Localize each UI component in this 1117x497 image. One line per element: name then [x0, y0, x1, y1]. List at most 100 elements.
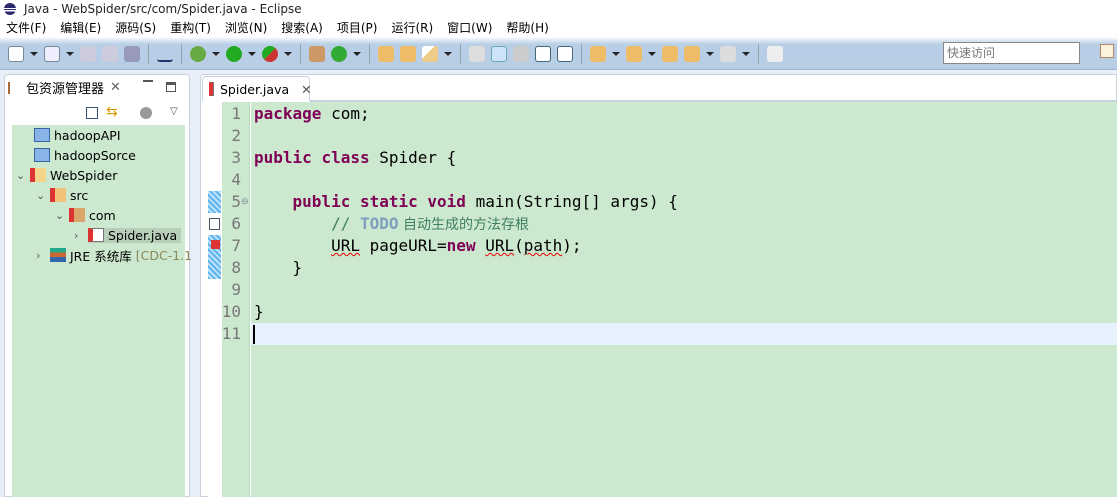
minimize-icon[interactable] [143, 80, 153, 82]
close-icon[interactable]: ✕ [110, 80, 121, 95]
toggle-breadcrumb-icon[interactable] [469, 45, 485, 62]
show-source-icon[interactable] [535, 45, 551, 62]
print-icon[interactable] [124, 45, 140, 62]
new-icon[interactable] [8, 45, 24, 62]
run-dropdown-icon[interactable] [248, 51, 256, 56]
next-annotation-icon[interactable] [590, 45, 606, 62]
error-quickfix-icon[interactable] [211, 240, 220, 249]
toggle-block-selection-icon[interactable] [513, 45, 529, 62]
keyword: new [446, 236, 476, 255]
collapse-all-icon[interactable] [86, 107, 98, 119]
menu-navigate[interactable]: 浏览(N) [225, 19, 267, 36]
pin-editor-icon[interactable] [767, 45, 783, 62]
forward-dropdown-icon[interactable] [742, 51, 750, 56]
code-editor[interactable]: package com; public class Spider { publi… [251, 102, 1117, 497]
search-icon[interactable] [422, 45, 438, 62]
eclipse-logo-icon [4, 3, 16, 15]
menu-run[interactable]: 运行(R) [391, 19, 433, 36]
window-title: Java - WebSpider/src/com/Spider.java - E… [24, 2, 302, 16]
next-annotation-dropdown-icon[interactable] [612, 51, 620, 56]
quick-diff-marker [208, 191, 221, 213]
menu-refactor[interactable]: 重构(T) [170, 19, 211, 36]
tree-item-hadoopsorce[interactable]: hadoopSorce [34, 145, 136, 165]
menu-edit[interactable]: 编辑(E) [60, 19, 101, 36]
save-icon[interactable] [80, 45, 96, 62]
package-explorer-title: 包资源管理器 [26, 82, 105, 97]
toolbar-separator [181, 43, 182, 64]
new-dropdown-icon[interactable] [30, 51, 38, 56]
debug-dropdown-icon[interactable] [212, 51, 220, 56]
open-type-icon[interactable] [378, 45, 394, 62]
mark-occurrences-icon[interactable] [491, 45, 507, 62]
code-line-3: public class Spider { [254, 147, 456, 169]
tree-item-com[interactable]: ⌄ com [55, 205, 116, 225]
quick-access-input[interactable] [943, 42, 1080, 64]
task-icon[interactable] [209, 218, 220, 230]
tree-item-spider-java[interactable]: › Spider.java [74, 225, 182, 245]
tree-item-hadoopapi[interactable]: hadoopAPI [34, 125, 121, 145]
new-file-icon[interactable] [44, 45, 60, 62]
package-explorer-tab[interactable]: 包资源管理器 ✕ [8, 78, 121, 97]
keyword: package [254, 104, 322, 123]
skip-breakpoints-icon[interactable] [157, 46, 173, 62]
toolbar-separator [300, 43, 301, 64]
new-class-icon[interactable] [331, 45, 347, 62]
debug-icon[interactable] [190, 45, 206, 62]
menu-help[interactable]: 帮助(H) [506, 19, 548, 36]
new-file-dropdown-icon[interactable] [66, 51, 74, 56]
previous-annotation-icon[interactable] [626, 45, 642, 62]
menu-search[interactable]: 搜索(A) [281, 19, 323, 36]
tree-item-label: hadoopSorce [54, 147, 136, 163]
editor-tab-spider-java[interactable]: Spider.java ✕ [202, 76, 312, 101]
open-task-icon[interactable] [400, 45, 416, 62]
tree-item-src[interactable]: ⌄ src [36, 185, 88, 205]
open-perspective-icon[interactable] [1100, 44, 1114, 58]
code-text: pageURL= [359, 236, 447, 255]
menu-window[interactable]: 窗口(W) [447, 19, 492, 36]
package-error-icon [69, 208, 85, 222]
line-number: 10 [221, 302, 241, 321]
tree-item-webspider[interactable]: ⌄ WebSpider [16, 165, 117, 185]
tree-item-label: Spider.java [108, 227, 178, 243]
error-token: URL [331, 236, 360, 255]
line-number: 1 [231, 104, 241, 123]
project-icon [34, 148, 50, 162]
save-all-icon[interactable] [102, 45, 118, 62]
search-dropdown-icon[interactable] [444, 51, 452, 56]
external-tools-dropdown-icon[interactable] [284, 51, 292, 56]
link-with-editor-icon[interactable]: ⇆ [106, 104, 118, 120]
line-number: 9 [231, 280, 241, 299]
run-icon[interactable] [226, 45, 242, 62]
chevron-right-icon[interactable]: › [74, 229, 84, 242]
new-package-icon[interactable] [309, 45, 325, 62]
close-tab-icon[interactable]: ✕ [301, 82, 311, 97]
project-icon [34, 128, 50, 142]
line-number: 7 [231, 236, 241, 255]
menu-bar: 文件(F) 编辑(E) 源码(S) 重构(T) 浏览(N) 搜索(A) 项目(P… [0, 18, 563, 36]
current-line-highlight [251, 323, 1117, 345]
view-menu-icon[interactable]: ▽ [170, 106, 178, 117]
line-number: 2 [231, 126, 241, 145]
back-dropdown-icon[interactable] [706, 51, 714, 56]
comment: // [331, 214, 360, 233]
chevron-right-icon[interactable]: › [36, 249, 46, 262]
chevron-down-icon[interactable]: ⌄ [55, 209, 65, 222]
previous-annotation-dropdown-icon[interactable] [648, 51, 656, 56]
tree-item-jre-library[interactable]: › JRE 系统库 [CDC-1.1 [36, 245, 192, 265]
maximize-icon[interactable] [166, 82, 176, 92]
line-number: 11 [221, 324, 241, 343]
new-class-dropdown-icon[interactable] [353, 51, 361, 56]
last-edit-location-icon[interactable] [662, 45, 678, 62]
run-external-tools-icon[interactable] [262, 45, 278, 62]
menu-file[interactable]: 文件(F) [6, 19, 46, 36]
back-icon[interactable] [684, 45, 700, 62]
focus-active-task-icon[interactable] [140, 107, 152, 119]
menu-project[interactable]: 项目(P) [337, 19, 378, 36]
title-bar: Java - WebSpider/src/com/Spider.java - E… [0, 0, 1117, 18]
fold-collapse-icon[interactable]: ⊖ [241, 197, 249, 207]
chevron-down-icon[interactable]: ⌄ [36, 189, 46, 202]
show-whitespace-icon[interactable] [557, 45, 573, 62]
forward-icon[interactable] [720, 45, 736, 62]
chevron-down-icon[interactable]: ⌄ [16, 169, 26, 182]
menu-source[interactable]: 源码(S) [115, 19, 156, 36]
